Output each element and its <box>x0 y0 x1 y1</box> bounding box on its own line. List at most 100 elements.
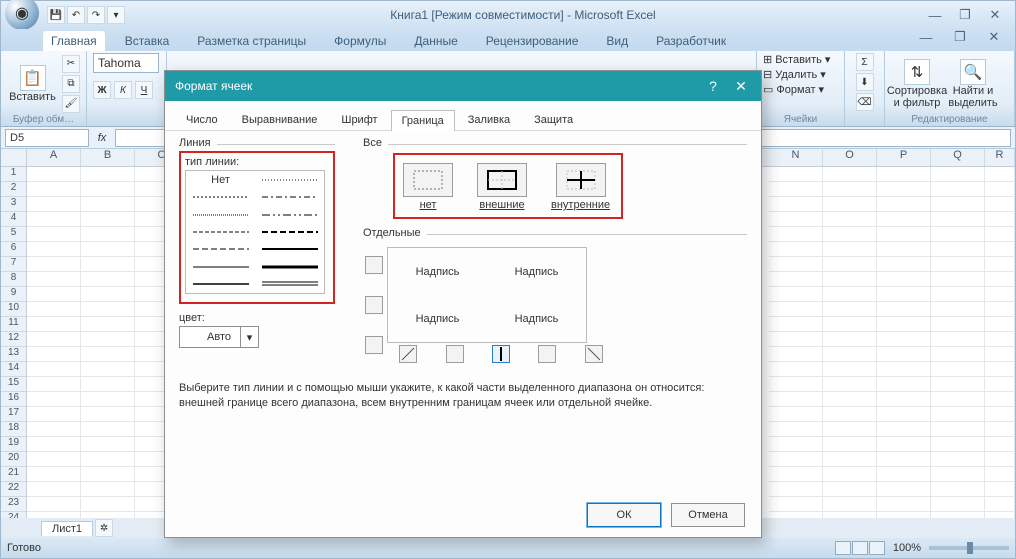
cell[interactable] <box>769 422 823 437</box>
cell[interactable] <box>823 437 877 452</box>
cell[interactable] <box>823 407 877 422</box>
line-style-picker[interactable]: Нет <box>185 170 325 294</box>
new-sheet-icon[interactable]: ✲ <box>95 519 113 537</box>
line-style[interactable] <box>186 188 255 205</box>
border-top-button[interactable] <box>365 256 383 274</box>
cell[interactable] <box>27 257 81 272</box>
dlg-tab-fill[interactable]: Заливка <box>457 109 521 130</box>
cell[interactable] <box>81 272 135 287</box>
row-header[interactable]: 6 <box>1 242 27 257</box>
cell[interactable] <box>81 437 135 452</box>
cell[interactable] <box>985 452 1015 467</box>
cell[interactable] <box>27 302 81 317</box>
cell[interactable] <box>877 332 931 347</box>
cell[interactable] <box>823 197 877 212</box>
cell[interactable] <box>823 302 877 317</box>
cell[interactable] <box>931 452 985 467</box>
cell[interactable] <box>27 182 81 197</box>
cell[interactable] <box>81 347 135 362</box>
doc-restore-icon[interactable]: ❐ <box>946 28 974 46</box>
cell[interactable] <box>769 407 823 422</box>
border-diag-down-button[interactable] <box>585 345 603 363</box>
zoom-slider[interactable] <box>929 546 1009 550</box>
row-header[interactable]: 22 <box>1 482 27 497</box>
cell[interactable] <box>823 212 877 227</box>
cell[interactable] <box>931 182 985 197</box>
fx-icon[interactable]: fx <box>93 129 111 147</box>
tab-data[interactable]: Данные <box>406 31 465 51</box>
cell[interactable] <box>931 377 985 392</box>
cell[interactable] <box>877 497 931 512</box>
cell[interactable] <box>27 287 81 302</box>
bold-button[interactable]: Ж <box>93 81 111 99</box>
row-header[interactable]: 4 <box>1 212 27 227</box>
border-hmiddle-button[interactable] <box>365 296 383 314</box>
cell[interactable] <box>81 182 135 197</box>
qat-save-icon[interactable]: 💾 <box>47 6 65 24</box>
cell[interactable] <box>27 227 81 242</box>
line-style[interactable] <box>255 241 324 258</box>
cell[interactable] <box>931 302 985 317</box>
cell[interactable] <box>27 392 81 407</box>
cell[interactable] <box>931 407 985 422</box>
cell[interactable] <box>985 227 1015 242</box>
cell[interactable] <box>985 377 1015 392</box>
cell[interactable] <box>769 377 823 392</box>
cell[interactable] <box>877 452 931 467</box>
row-header[interactable]: 19 <box>1 437 27 452</box>
cell[interactable] <box>931 197 985 212</box>
row-header[interactable]: 10 <box>1 302 27 317</box>
font-name-combo[interactable]: Tahoma <box>93 53 159 73</box>
cell[interactable] <box>931 332 985 347</box>
cell[interactable] <box>985 257 1015 272</box>
row-header[interactable]: 11 <box>1 317 27 332</box>
cell[interactable] <box>877 227 931 242</box>
cell[interactable] <box>769 287 823 302</box>
cell[interactable] <box>81 317 135 332</box>
tab-layout[interactable]: Разметка страницы <box>189 31 314 51</box>
row-header[interactable]: 18 <box>1 422 27 437</box>
cell[interactable] <box>81 212 135 227</box>
cell[interactable] <box>823 167 877 182</box>
cell[interactable] <box>985 317 1015 332</box>
cell[interactable] <box>27 272 81 287</box>
cell[interactable] <box>877 392 931 407</box>
border-left-button[interactable] <box>446 345 464 363</box>
col-header[interactable]: Q <box>931 149 985 166</box>
cell[interactable] <box>985 482 1015 497</box>
cell[interactable] <box>769 332 823 347</box>
cell[interactable] <box>81 227 135 242</box>
cell[interactable] <box>985 272 1015 287</box>
cancel-button[interactable]: Отмена <box>671 503 745 527</box>
cell[interactable] <box>985 287 1015 302</box>
cell[interactable] <box>81 362 135 377</box>
cell[interactable] <box>81 497 135 512</box>
cell[interactable] <box>985 437 1015 452</box>
cell[interactable] <box>877 257 931 272</box>
cell[interactable] <box>931 167 985 182</box>
cell[interactable] <box>81 482 135 497</box>
cell[interactable] <box>823 227 877 242</box>
row-header[interactable]: 1 <box>1 167 27 182</box>
cell[interactable] <box>931 272 985 287</box>
cell[interactable] <box>985 392 1015 407</box>
row-header[interactable]: 13 <box>1 347 27 362</box>
col-header[interactable]: O <box>823 149 877 166</box>
sort-filter-button[interactable]: ⇅ Сортировка и фильтр <box>891 59 943 109</box>
tab-view[interactable]: Вид <box>598 31 636 51</box>
cell[interactable] <box>27 212 81 227</box>
qat-redo-icon[interactable]: ↷ <box>87 6 105 24</box>
row-header[interactable]: 16 <box>1 392 27 407</box>
paste-button[interactable]: 📋 Вставить <box>7 65 58 103</box>
cell[interactable] <box>877 362 931 377</box>
line-style[interactable] <box>255 258 324 275</box>
cell[interactable] <box>81 467 135 482</box>
cell[interactable] <box>27 467 81 482</box>
cell[interactable] <box>877 212 931 227</box>
cell[interactable] <box>931 437 985 452</box>
cell[interactable] <box>27 332 81 347</box>
cell[interactable] <box>823 182 877 197</box>
preset-inside-button[interactable] <box>556 163 606 197</box>
cell[interactable] <box>823 257 877 272</box>
line-style-none[interactable]: Нет <box>186 171 255 188</box>
